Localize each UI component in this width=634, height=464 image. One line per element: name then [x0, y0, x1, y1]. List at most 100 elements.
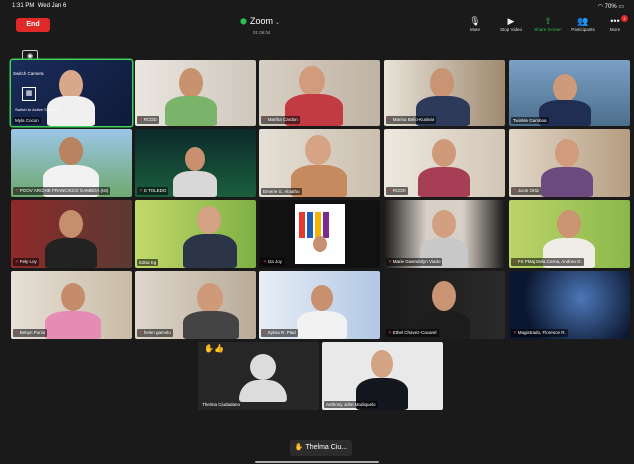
- video-tile[interactable]: ✕RCDD: [135, 60, 256, 126]
- switch-camera-label[interactable]: Switch Camera: [13, 71, 44, 76]
- stop-video-label: Stop Video: [500, 27, 522, 32]
- video-tile[interactable]: ✕Fely Loy: [11, 200, 132, 268]
- mic-icon: 🎙: [469, 16, 481, 26]
- participant-face: [430, 68, 454, 98]
- video-tile[interactable]: Switch Camera ▦ Switch to Active Speaker…: [11, 60, 132, 126]
- video-tile[interactable]: ✕Marina Bello-Kusivar: [384, 60, 505, 126]
- rotary-banner: [295, 204, 345, 264]
- participant-face: [553, 74, 577, 102]
- participant-name: Myla Cocon: [13, 117, 41, 124]
- avatar-body: [239, 380, 287, 402]
- video-tile[interactable]: Twinkle Gamboa: [509, 60, 630, 126]
- clock-text: 1:31 PM: [12, 3, 35, 9]
- video-tile[interactable]: ✕Iza Joy: [259, 200, 380, 268]
- participant-name: Emerie G. Abiatho: [261, 188, 302, 195]
- participant-name: ✕Ethel Chavez-Cacarel: [386, 329, 439, 337]
- participants-button[interactable]: 👥 Participants: [566, 16, 600, 32]
- participant-name: Edna Kg: [137, 259, 159, 266]
- participant-name: ✕Iza Joy: [261, 258, 285, 266]
- raised-hand-icon: ✋: [294, 444, 304, 451]
- mic-muted-icon: ✕: [263, 259, 267, 264]
- more-button[interactable]: ••• More 1: [598, 15, 632, 32]
- participant-name: ✕Jocie Ortiz: [511, 187, 542, 195]
- participant-name: Twinkle Gamboa: [511, 117, 549, 124]
- more-label: More: [609, 27, 621, 32]
- mic-muted-icon: ✕: [139, 188, 143, 193]
- participant-name-text: Martha Cardon: [267, 117, 298, 122]
- participant-body: [173, 171, 217, 197]
- video-tile[interactable]: ✕Martha Cardon: [259, 60, 380, 126]
- mic-muted-icon: ✕: [15, 259, 19, 264]
- participant-face: [197, 283, 223, 313]
- participant-name: ✕helen gamolo: [137, 329, 173, 337]
- video-tile[interactable]: ✕Bebyn Punio: [11, 271, 132, 339]
- video-tile[interactable]: ✕FS PMaj Dela Cerna, Andrea G.: [509, 200, 630, 268]
- mic-muted-icon: ✕: [139, 117, 143, 122]
- video-tile[interactable]: Emerie G. Abiatho: [259, 129, 380, 197]
- layout-icon[interactable]: ▦: [22, 87, 36, 101]
- participant-name: ✕Bebyn Punio: [13, 329, 48, 337]
- stop-video-button[interactable]: ▶ Stop Video: [494, 16, 528, 32]
- home-indicator[interactable]: [255, 461, 379, 463]
- participant-name: ✕Marina Bello-Kusivar: [386, 116, 437, 124]
- participant-name-text: Marina Bello-Kusivar: [392, 117, 435, 122]
- mic-muted-icon: ✕: [388, 117, 392, 122]
- participant-name: ✕S TOLEDO: [137, 187, 169, 195]
- participant-body: [541, 167, 593, 197]
- shield-icon: ⬢: [240, 17, 247, 26]
- participant-name-text: helen gamolo: [143, 330, 171, 335]
- video-tile[interactable]: ✕Ethel Chavez-Cacarel: [384, 271, 505, 339]
- participant-face: [305, 135, 331, 165]
- banner-stripe: [307, 212, 313, 238]
- participant-face: [59, 137, 83, 165]
- participant-face: [555, 139, 579, 167]
- raised-hand-tooltip[interactable]: ✋ Thelma Ciu...: [290, 440, 352, 456]
- participant-face: [313, 236, 327, 252]
- participant-face: [432, 281, 456, 311]
- video-tile[interactable]: ✋👍 Thelma Ciudadano: [198, 342, 319, 410]
- participant-name: Thelma Ciudadano: [202, 402, 241, 407]
- participant-name-text: Jocie Ortiz: [517, 188, 540, 193]
- participant-body: [183, 311, 239, 339]
- video-tile[interactable]: ✕Sylvia R. Plad: [259, 271, 380, 339]
- participant-name-text: Sylvia R. Plad: [267, 330, 296, 335]
- participant-face: [311, 285, 333, 311]
- video-tile[interactable]: ✕PGOV ARCHIE FRANCISCO GAMBOA (Ist): [11, 129, 132, 197]
- video-tile[interactable]: Edna Kg: [135, 200, 256, 268]
- avatar: [250, 354, 276, 380]
- video-tile[interactable]: ✕Magistrado, Florence R.: [509, 271, 630, 339]
- date-text: Wed Jan 6: [37, 3, 67, 9]
- banner-stripe: [323, 212, 329, 238]
- video-tile[interactable]: Anthony John Modiquelo: [322, 342, 443, 410]
- battery-text: 70%: [604, 4, 617, 10]
- participant-name: ✕Marie Gwendolyn Viado: [386, 258, 443, 266]
- mic-muted-icon: ✕: [388, 188, 392, 193]
- banner-stripe: [299, 212, 305, 238]
- video-icon: ▶: [507, 16, 515, 26]
- video-tile[interactable]: ✕helen gamolo: [135, 271, 256, 339]
- participant-name-text: RCDD: [392, 188, 406, 193]
- participant-face: [185, 147, 205, 171]
- meeting-toolbar: End ⬢ Zoom ⌄ 01:06:04 🎙 Mute ▶ Stop Video ⇧ S…: [0, 12, 634, 38]
- video-tile[interactable]: ✕Jocie Ortiz: [509, 129, 630, 197]
- participant-face: [197, 206, 221, 234]
- participant-body: [183, 234, 237, 268]
- mute-label: Mute: [469, 27, 480, 32]
- mic-muted-icon: ✕: [263, 117, 267, 122]
- video-tile[interactable]: ✕RCDD: [384, 129, 505, 197]
- participant-name-text: S TOLEDO: [143, 188, 167, 193]
- mic-muted-icon: ✕: [15, 330, 19, 335]
- participant-name: Anthony John Modiquelo: [324, 401, 378, 408]
- participant-name: ✕FS PMaj Dela Cerna, Andrea G.: [511, 258, 584, 266]
- participant-face: [59, 210, 83, 238]
- video-tile[interactable]: ✕Marie Gwendolyn Viado: [384, 200, 505, 268]
- participant-name: ✕RCDD: [386, 187, 408, 195]
- video-tile[interactable]: ✕S TOLEDO: [135, 129, 256, 197]
- switch-layout-label[interactable]: Switch to Active Speaker: [15, 107, 59, 112]
- mic-muted-icon: ✕: [513, 330, 517, 335]
- mute-button[interactable]: 🎙 Mute: [458, 16, 492, 32]
- end-button[interactable]: End: [16, 18, 50, 32]
- meeting-title[interactable]: ⬢ Zoom ⌄: [240, 16, 280, 26]
- share-screen-button[interactable]: ⇧ Share Screen: [531, 16, 565, 32]
- wifi-icon: ◠: [597, 4, 603, 10]
